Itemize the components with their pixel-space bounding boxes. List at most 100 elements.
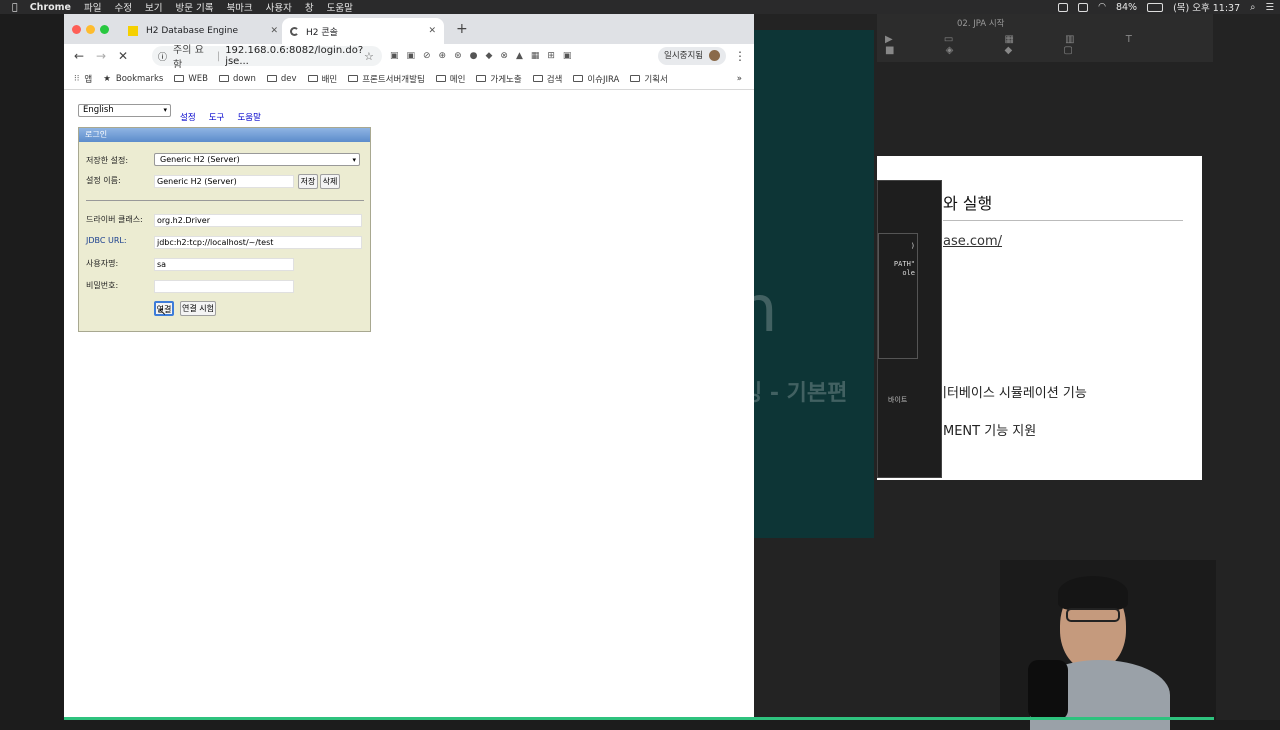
setting-name-label: 설정 이름: xyxy=(86,176,121,185)
presenter-glasses xyxy=(1066,608,1120,622)
chevron-down-icon: ▾ xyxy=(163,106,167,114)
maximize-window-button[interactable] xyxy=(100,25,109,34)
battery-icon[interactable] xyxy=(1147,2,1164,12)
macos-menubar:  Chrome 파일 수정 보기 방문 기록 북마크 사용자 창 도움말 ◠ … xyxy=(0,0,1280,14)
bookmark-folder[interactable]: dev xyxy=(266,74,297,84)
menu-file[interactable]: 파일 xyxy=(84,0,101,14)
bookmark-apps[interactable]: ⁝⁝ 앱 xyxy=(74,73,92,85)
slide-link: ase.com/ xyxy=(943,234,1003,249)
jdbc-url-field[interactable]: jdbc:h2:tcp://localhost/~/test xyxy=(154,236,362,249)
folder-icon xyxy=(532,75,543,82)
bookmark-folder[interactable]: WEB xyxy=(174,74,208,84)
bookmark-folder[interactable]: 가게노출 xyxy=(476,73,522,85)
terminal-window: ) PATH" ole 바이트 xyxy=(877,180,942,478)
bookmark-folder[interactable]: 이슈JIRA xyxy=(573,73,619,85)
bookmark-folder[interactable]: 메인 xyxy=(435,73,465,85)
folder-icon xyxy=(174,75,185,82)
close-window-button[interactable] xyxy=(72,25,81,34)
keynote-doc-title: 02. JPA 시작 xyxy=(957,19,1005,29)
menu-view[interactable]: 보기 xyxy=(145,0,162,14)
top-links: 설정 도구 도움말 xyxy=(180,105,269,124)
slide-divider xyxy=(943,220,1183,221)
folder-icon xyxy=(348,75,359,82)
bookmarks-more-icon[interactable]: » xyxy=(737,74,742,84)
user-name-label: 사용자명: xyxy=(86,259,119,268)
close-tab-icon[interactable]: ✕ xyxy=(270,26,278,36)
bookmark-bookmarks[interactable]: ★ Bookmarks xyxy=(103,74,163,84)
minimize-window-button[interactable] xyxy=(86,25,95,34)
terminal-line: ) xyxy=(910,242,915,250)
kebab-menu-icon[interactable]: ⋮ xyxy=(734,49,746,63)
menu-history[interactable]: 방문 기록 xyxy=(175,0,213,14)
bookmarks-bar: ⁝⁝ 앱 ★ Bookmarks WEB down dev 배민 프론트서버개발팀 … xyxy=(64,68,754,90)
page-content: English ▾ 설정 도구 도움말 로그인 저장한 설정: Generic H… xyxy=(64,90,754,718)
menu-help[interactable]: 도움말 xyxy=(327,0,353,14)
keynote-toolbar: 02. JPA 시작 ▶ ▭ ▦ ▥ T ■ ◈ ◆ ▢ xyxy=(877,14,1213,62)
h2-favicon-icon xyxy=(128,26,138,36)
test-connection-button[interactable]: 연결 시험 xyxy=(180,301,216,316)
user-name-field[interactable]: sa xyxy=(154,258,294,271)
folder-icon xyxy=(218,75,229,82)
chrome-window: H2 Database Engine ✕ H2 콘솔 ✕ + ← → ✕ ⓘ 주… xyxy=(64,14,754,720)
language-select[interactable]: English ▾ xyxy=(78,104,171,117)
clock[interactable]: (목) 오후 11:37 xyxy=(1173,0,1240,14)
search-icon[interactable]: ⌕ xyxy=(1250,2,1255,13)
apps-grid-icon: ⁝⁝ xyxy=(74,73,80,84)
saved-settings-select[interactable]: Generic H2 (Server) ▾ xyxy=(154,153,360,166)
bookmark-folder[interactable]: 검색 xyxy=(532,73,562,85)
back-icon[interactable]: ← xyxy=(74,49,84,63)
bookmark-star-icon[interactable]: ☆ xyxy=(364,50,374,63)
keynote-tool-icons[interactable]: ▶ ▭ ▦ ▥ T ■ ◈ ◆ ▢ xyxy=(885,34,1213,56)
security-label[interactable]: 주의 요함 xyxy=(173,41,212,71)
chevron-down-icon: ▾ xyxy=(352,156,356,164)
stop-icon[interactable]: ✕ xyxy=(118,49,128,63)
driver-class-field[interactable]: org.h2.Driver xyxy=(154,214,362,227)
status-icon[interactable] xyxy=(1058,2,1069,12)
address-bar[interactable]: ⓘ 주의 요함 | 192.168.0.6:8082/login.do?jse.… xyxy=(152,45,382,71)
folder-icon xyxy=(266,75,277,82)
new-tab-icon[interactable]: + xyxy=(456,21,468,37)
folder-icon xyxy=(476,75,487,82)
divider xyxy=(86,200,364,201)
battery-text[interactable]: 84% xyxy=(1116,2,1137,13)
menu-window[interactable]: 창 xyxy=(305,0,314,14)
slide-line-2: MENT 기능 지원 xyxy=(943,424,1037,439)
menu-app-name[interactable]: Chrome xyxy=(30,2,71,13)
login-panel: 로그인 저장한 설정: Generic H2 (Server) ▾ 설정 이름: … xyxy=(78,127,371,332)
driver-class-label: 드라이버 클래스: xyxy=(86,215,143,224)
tab-title: H2 콘솔 xyxy=(306,27,338,38)
status-icon[interactable] xyxy=(1078,2,1089,12)
menu-bookmarks[interactable]: 북마크 xyxy=(226,0,252,14)
terminal-output: ) PATH" ole xyxy=(878,233,918,359)
mouse-cursor-icon: ↖ xyxy=(158,307,167,318)
tab-h2-console[interactable]: H2 콘솔 ✕ xyxy=(282,18,444,44)
bookmark-folder[interactable]: down xyxy=(218,74,256,84)
wifi-icon[interactable]: ◠ xyxy=(1098,2,1106,12)
delete-button[interactable]: 삭제 xyxy=(320,174,340,189)
star-icon: ★ xyxy=(103,73,111,84)
save-button[interactable]: 저장 xyxy=(298,174,318,189)
menu-edit[interactable]: 수정 xyxy=(114,0,131,14)
link-tools[interactable]: 도구 xyxy=(209,113,225,123)
profile-button[interactable]: 일시중지됨 xyxy=(658,47,726,65)
link-help[interactable]: 도움말 xyxy=(237,113,260,123)
bookmark-folder[interactable]: 기획서 xyxy=(630,73,668,85)
link-preferences[interactable]: 설정 xyxy=(180,113,196,123)
microphone xyxy=(1028,660,1068,720)
close-tab-icon[interactable]: ✕ xyxy=(428,26,436,36)
forward-icon[interactable]: → xyxy=(96,49,106,63)
bookmark-folder[interactable]: 프론트서버개발팀 xyxy=(348,73,425,85)
tab-bar: H2 Database Engine ✕ H2 콘솔 ✕ + xyxy=(64,14,754,44)
profile-status: 일시중지됨 xyxy=(664,51,704,61)
password-field[interactable] xyxy=(154,280,294,293)
terminal-bottom-text: 바이트 xyxy=(888,396,908,404)
info-icon[interactable]: ⓘ xyxy=(158,50,167,63)
apple-icon[interactable]:  xyxy=(12,2,18,13)
login-title: 로그인 xyxy=(79,128,370,142)
bookmark-folder[interactable]: 배민 xyxy=(307,73,337,85)
url-text[interactable]: 192.168.0.6:8082/login.do?jse... xyxy=(225,45,382,67)
setting-name-field[interactable]: Generic H2 (Server) xyxy=(154,175,294,188)
menu-list-icon[interactable]: ☰ xyxy=(1265,2,1274,13)
extension-icons[interactable]: ▣▣⊘⊕⊛●◆⊗▲▦⊞▣ xyxy=(390,51,579,61)
menu-people[interactable]: 사용자 xyxy=(266,0,292,14)
